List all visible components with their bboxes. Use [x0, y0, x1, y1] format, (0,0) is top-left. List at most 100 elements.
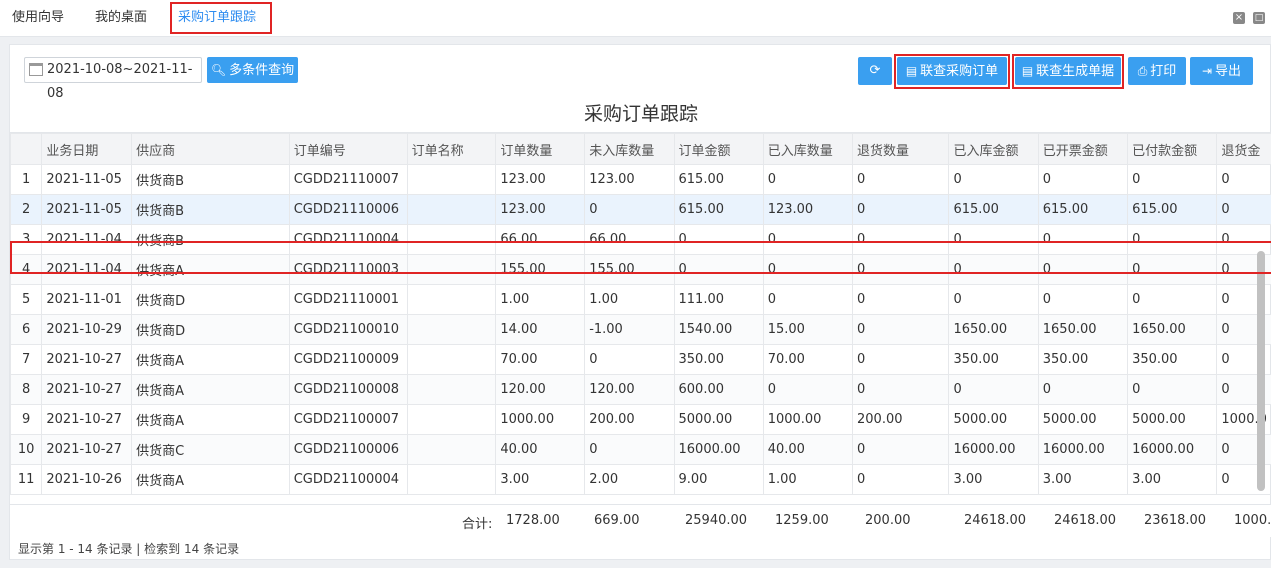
table-cell: 0 [851, 434, 950, 465]
column-header[interactable]: 已开票金额 [1037, 133, 1129, 165]
column-header[interactable]: 订单名称 [406, 133, 497, 165]
table-cell: 0 [1037, 374, 1129, 405]
table-cell: 5000.00 [948, 404, 1039, 435]
table-cell: 供货商A [131, 404, 290, 435]
table-cell: CGDD21110004 [288, 224, 408, 255]
column-header[interactable]: 退货数量 [851, 133, 950, 165]
table-cell: 0 [1127, 374, 1218, 405]
table-cell: 供货商C [131, 434, 290, 465]
row-index: 10 [10, 434, 43, 465]
table-cell: 0 [1127, 164, 1218, 195]
row-index: 2 [10, 194, 43, 225]
table-cell: 350.00 [1127, 344, 1218, 375]
table-cell: 0 [1037, 284, 1129, 315]
column-header[interactable]: 已入库金额 [948, 133, 1039, 165]
column-header[interactable]: 订单金额 [673, 133, 764, 165]
table-cell: 0 [948, 284, 1039, 315]
maximize-icon[interactable]: □ [1253, 12, 1265, 24]
table-cell: 5000.00 [1127, 404, 1218, 435]
table-cell: 70.00 [495, 344, 586, 375]
table-cell: 111.00 [673, 284, 764, 315]
summary-value: 669.00 [594, 513, 640, 528]
column-header[interactable]: 已付款金额 [1127, 133, 1218, 165]
data-grid: 业务日期 供应商 订单编号 订单名称 订单数量 未入库数量 订单金额 已入库数量 退货数量 已入库… [10, 132, 1271, 505]
document-icon: ▤ [1021, 64, 1034, 78]
column-header[interactable]: 订单编号 [288, 133, 408, 165]
table-cell: 2021-11-05 [41, 164, 133, 195]
table-cell: 1.00 [495, 284, 586, 315]
summary-value: 23618.00 [1144, 513, 1207, 528]
table-row[interactable]: 10 2021-10-27 供货商C CGDD21100006 40.00 0 16000.… [10, 434, 1271, 465]
table-row[interactable]: 1 2021-11-05 供货商B CGDD21110007 123.00 123.00 6… [10, 164, 1271, 195]
date-range-input[interactable]: 2021-10-08~2021-11-08 [24, 57, 202, 101]
table-row[interactable]: 9 2021-10-27 供货商A CGDD21100007 1000.00 200.00… [10, 404, 1271, 435]
table-cell: CGDD21110006 [288, 194, 408, 225]
table-cell: CGDD21100008 [288, 374, 408, 405]
table-cell: 0 [584, 344, 675, 375]
table-cell [406, 224, 497, 255]
table-cell: 供货商D [131, 284, 290, 315]
multi-condition-query-button[interactable]: 🔍︎ 多条件查询 [207, 57, 298, 83]
table-cell: 0 [1127, 254, 1218, 285]
column-header[interactable]: 订单数量 [495, 133, 586, 165]
table-cell: 16000.00 [948, 434, 1039, 465]
close-icon[interactable]: × [1233, 12, 1245, 24]
table-cell: 120.00 [584, 374, 675, 405]
table-cell: 2021-10-27 [41, 434, 133, 465]
table-cell [406, 434, 497, 465]
table-row[interactable]: 6 2021-10-29 供货商D CGDD21100010 14.00 -1.00 154… [10, 314, 1271, 345]
tab-guide[interactable]: 使用向导 [6, 2, 70, 34]
table-cell: 2021-10-27 [41, 344, 133, 375]
summary-value: 24618.00 [964, 513, 1027, 528]
table-cell: 200.00 [584, 404, 675, 435]
table-row[interactable]: 8 2021-10-27 供货商A CGDD21100008 120.00 120.00 6… [10, 374, 1271, 405]
table-cell: 1000.00 [762, 404, 854, 435]
refresh-icon: ⟳ [869, 63, 881, 78]
tab-bar: 使用向导 我的桌面 采购订单跟踪 × □ [0, 0, 1271, 37]
column-header[interactable]: 未入库数量 [584, 133, 675, 165]
table-cell: 1000.00 [495, 404, 586, 435]
table-row[interactable]: 11 2021-10-26 供货商A CGDD21100004 3.00 2.00 9.00… [10, 464, 1271, 495]
table-cell [406, 284, 497, 315]
print-button[interactable]: ⎙ 打印 [1128, 57, 1186, 85]
table-cell: 供货商B [131, 164, 290, 195]
table-cell: -1.00 [584, 314, 675, 345]
summary-value: 25940.00 [685, 513, 748, 528]
link-purchase-order-button[interactable]: ▤ 联查采购订单 [897, 57, 1007, 85]
column-header[interactable]: 已入库数量 [762, 133, 854, 165]
table-cell: 14.00 [495, 314, 586, 345]
export-button[interactable]: ⇥ 导出 [1190, 57, 1253, 85]
report-title: 采购订单跟踪 [583, 103, 698, 125]
table-row[interactable]: 7 2021-10-27 供货商A CGDD21100009 70.00 0 350.00 7… [10, 344, 1271, 375]
link-generate-doc-button[interactable]: ▤ 联查生成单据 [1015, 57, 1121, 85]
vertical-scrollbar[interactable] [1257, 251, 1265, 491]
summary-value: 1000.0 [1234, 513, 1271, 528]
table-cell: 0 [1037, 164, 1129, 195]
table-cell: 615.00 [948, 194, 1039, 225]
table-cell: CGDD21110001 [288, 284, 408, 315]
table-row[interactable]: 3 2021-11-04 供货商B CGDD21110004 66.00 66.00 0 0 0… [10, 224, 1271, 255]
table-cell: 120.00 [495, 374, 586, 405]
table-row[interactable]: 4 2021-11-04 供货商A CGDD21110003 155.00 155.00 0… [10, 254, 1271, 285]
table-cell: 16000.00 [1127, 434, 1218, 465]
column-header[interactable]: 供应商 [131, 133, 290, 165]
column-header[interactable]: 退货金 [1216, 133, 1271, 165]
table-row[interactable]: 5 2021-11-01 供货商D CGDD21110001 1.00 1.00 111.0… [10, 284, 1271, 315]
column-header[interactable]: 业务日期 [41, 133, 133, 165]
refresh-button[interactable]: ⟳ [858, 57, 892, 85]
table-cell: 0 [948, 224, 1039, 255]
tab-desktop[interactable]: 我的桌面 [89, 2, 153, 34]
table-cell: 0 [851, 344, 950, 375]
tab-purchase-order-tracking[interactable]: 采购订单跟踪 [170, 2, 272, 34]
table-cell [406, 164, 497, 195]
table-cell: 0 [948, 254, 1039, 285]
table-cell: 3.00 [1127, 464, 1218, 495]
summary-value: 24618.00 [1054, 513, 1117, 528]
report-panel: 2021-10-08~2021-11-08 🔍︎ 多条件查询 ⟳ ▤ 联查采购订单 … [9, 44, 1271, 560]
table-row[interactable]: 2 2021-11-05 供货商B CGDD21110006 123.00 0 615.00… [10, 194, 1271, 225]
table-cell: CGDD21100010 [288, 314, 408, 345]
table-cell: CGDD21110007 [288, 164, 408, 195]
table-cell: 0 [584, 194, 675, 225]
table-cell: 2021-11-04 [41, 254, 133, 285]
table-cell: 615.00 [1037, 194, 1129, 225]
